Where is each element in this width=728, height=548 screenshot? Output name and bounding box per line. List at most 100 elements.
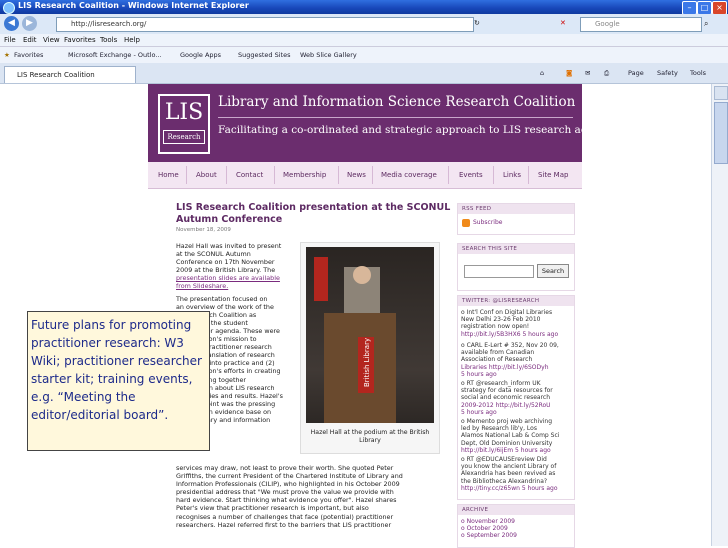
archive-link[interactable]: o October 2009: [461, 525, 517, 532]
favorite-web-slice-gallery[interactable]: Web Slice Gallery: [300, 51, 357, 59]
banner-left: [314, 257, 328, 301]
favorites-star-icon[interactable]: ★: [4, 51, 10, 59]
scroll-up-button[interactable]: [714, 86, 728, 100]
nav-events[interactable]: Events: [459, 171, 483, 179]
tab-bar: LIS Research Coalition ⌂ ◙ ✉ ⎙ Page Safe…: [0, 63, 728, 84]
window-title-bar: LIS Research Coalition - Windows Interne…: [0, 0, 728, 15]
tab-label: LIS Research Coalition: [17, 71, 95, 79]
tweet-time[interactable]: 5 hours ago: [461, 409, 553, 416]
safety-menu[interactable]: Safety: [657, 69, 678, 77]
tweet-line: you know the ancient Library of: [461, 463, 557, 471]
presentation-slides-link[interactable]: presentation slides are available: [176, 274, 283, 282]
text-line: at the SCONUL Autumn: [176, 250, 251, 259]
favorite-outlook[interactable]: Microsoft Exchange - Outlo...: [68, 51, 162, 59]
logo-text: LIS: [164, 100, 204, 125]
subscribe-link[interactable]: Subscribe: [473, 219, 502, 226]
search-box[interactable]: Google: [580, 17, 702, 32]
site-logo[interactable]: LIS Research: [158, 94, 210, 154]
forward-button[interactable]: ▶: [22, 16, 37, 31]
archive-list: o November 2009 o October 2009 o Septemb…: [461, 518, 517, 540]
nav-site-map[interactable]: Site Map: [538, 171, 568, 179]
podium-sign-text: British Library: [363, 338, 371, 387]
search-icon[interactable]: ⌕: [704, 19, 708, 29]
tweet-line: o Int'l Conf on Digital Libraries: [461, 309, 553, 316]
tab-lis-research[interactable]: LIS Research Coalition: [4, 66, 136, 83]
nav-home[interactable]: Home: [158, 171, 179, 179]
text-line: Information Professionals (CILIP), who h…: [176, 480, 400, 489]
search-heading: SEARCH THIS SITE: [458, 244, 574, 254]
back-button[interactable]: ◀: [4, 16, 19, 31]
print-icon[interactable]: ⎙: [604, 69, 609, 78]
rss-icon[interactable]: [462, 219, 470, 227]
address-bar[interactable]: http://lisresearch.org/: [56, 17, 474, 32]
stop-icon[interactable]: ✕: [560, 19, 566, 27]
vertical-scrollbar[interactable]: [711, 84, 728, 546]
callout-box: Future plans for promoting practitioner …: [27, 311, 210, 451]
nav-separator: [338, 166, 339, 184]
text-line: Peter's view that practitioner research …: [176, 504, 369, 513]
tweet-link[interactable]: http://tiny.cc/z65wn 5 hours ago: [461, 485, 557, 492]
menu-favorites[interactable]: Favorites: [64, 36, 96, 44]
nav-separator: [528, 166, 529, 184]
text-line: recognises a number of challenges that f…: [176, 512, 394, 521]
favorite-google-apps[interactable]: Google Apps: [180, 51, 221, 59]
nav-media-coverage[interactable]: Media coverage: [381, 171, 437, 179]
nav-separator: [274, 166, 275, 184]
speaker-head: [353, 266, 371, 284]
text-line: services may draw, not least to prove th…: [176, 464, 394, 472]
archive-link[interactable]: o November 2009: [461, 518, 517, 525]
nav-separator: [372, 166, 373, 184]
scroll-thumb[interactable]: [714, 102, 728, 164]
menu-bar: File Edit View Favorites Tools Help: [0, 34, 728, 47]
tweet-link[interactable]: Libraries http://bit.ly/6SODyh: [461, 364, 559, 371]
minimize-button[interactable]: –: [682, 1, 697, 15]
tweet-link[interactable]: 2009-2012 http://bit.ly/52RoU: [461, 402, 553, 409]
tweet-line: Association of Research: [461, 356, 533, 364]
nav-membership[interactable]: Membership: [283, 171, 326, 179]
nav-contact[interactable]: Contact: [236, 171, 263, 179]
archive-link[interactable]: o September 2009: [461, 532, 517, 539]
tweet-link[interactable]: http://bit.ly/6ijEm 5 hours ago: [461, 447, 559, 454]
ie-icon: [3, 2, 15, 14]
tweet-line: led by Research lib'y, Los: [461, 425, 537, 433]
tweet-link[interactable]: http://bit.ly/5B3HX6 5 hours ago: [461, 331, 558, 338]
text-line: Conference on 17th November: [176, 258, 275, 267]
page-menu[interactable]: Page: [628, 69, 644, 77]
site-tagline: Facilitating a co-ordinated and strategi…: [218, 124, 650, 136]
nav-separator: [493, 166, 494, 184]
text-line: Griffiths, the current President of the …: [176, 472, 403, 481]
close-button[interactable]: ×: [712, 1, 727, 15]
address-toolbar: ◀ ▶ http://lisresearch.org/ ↻ ✕ Google ⌕: [0, 14, 728, 35]
text-line: Hazel Hall was invited to present: [176, 242, 282, 250]
refresh-icon[interactable]: ↻: [474, 19, 480, 27]
nav-about[interactable]: About: [196, 171, 217, 179]
mail-icon[interactable]: ✉: [585, 69, 590, 77]
site-search-button[interactable]: Search: [537, 264, 569, 278]
tweet-time[interactable]: 5 hours ago: [461, 371, 559, 378]
article-photo: British Library Hazel Hall at the podium…: [300, 242, 440, 454]
url-text: http://lisresearch.org/: [71, 20, 147, 28]
menu-tools[interactable]: Tools: [100, 36, 117, 44]
favorite-suggested-sites[interactable]: Suggested Sites: [238, 51, 291, 59]
tools-menu[interactable]: Tools: [690, 69, 706, 77]
nav-news[interactable]: News: [347, 171, 366, 179]
home-icon[interactable]: ⌂: [540, 69, 544, 77]
slideshare-link[interactable]: from Slideshare.: [176, 282, 283, 290]
tweet: o Memento proj web archiving led by Rese…: [461, 418, 559, 454]
article-date: November 18, 2009: [176, 227, 231, 233]
site-search-input[interactable]: [464, 265, 534, 278]
tweet-line: New Delhi 23-26 Feb 2010: [461, 316, 541, 324]
nav-separator: [226, 166, 227, 184]
rss-icon[interactable]: ◙: [566, 69, 572, 77]
tweet-line: o RT @EDUCAUSEreview Did: [461, 456, 547, 463]
menu-edit[interactable]: Edit: [23, 36, 37, 44]
article-title[interactable]: LIS Research Coalition presentation at t…: [176, 202, 466, 226]
favorites-button[interactable]: Favorites: [14, 51, 43, 59]
maximize-button[interactable]: □: [697, 1, 712, 15]
twitter-heading: TWITTER: @LISRESEARCH: [458, 296, 574, 306]
menu-file[interactable]: File: [4, 36, 16, 44]
tweet: o CARL E-Lert # 352, Nov 20 09, availabl…: [461, 342, 559, 378]
nav-links[interactable]: Links: [503, 171, 521, 179]
menu-help[interactable]: Help: [124, 36, 140, 44]
menu-view[interactable]: View: [43, 36, 60, 44]
